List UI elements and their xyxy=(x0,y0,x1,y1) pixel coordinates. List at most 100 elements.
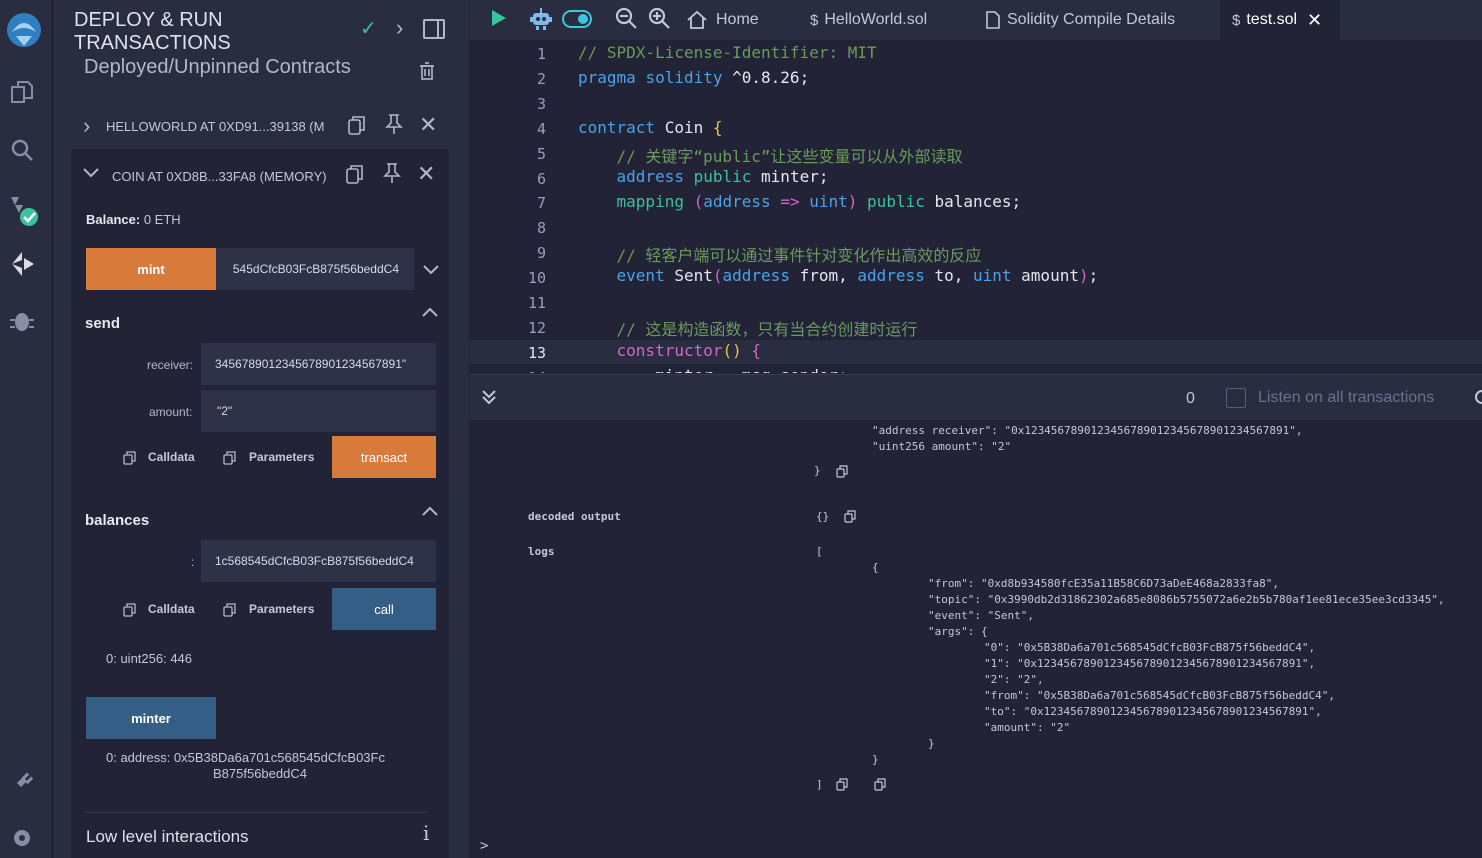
listen-checkbox[interactable] xyxy=(1226,388,1246,408)
copy-icon[interactable] xyxy=(844,510,857,526)
settings-icon[interactable] xyxy=(4,820,40,856)
terminal-output: "address receiver": "0x12345678901234567… xyxy=(470,420,1482,858)
chevron-right-icon[interactable]: › xyxy=(396,15,403,41)
file-icon xyxy=(986,11,1000,29)
copy-icon[interactable] xyxy=(836,778,849,794)
copy-icon[interactable] xyxy=(836,465,849,481)
calldata-button[interactable]: Calldata xyxy=(148,602,195,616)
minter-button[interactable]: minter xyxy=(86,697,216,739)
panel-toggle-icon[interactable] xyxy=(423,19,445,39)
chevron-right-icon[interactable]: › xyxy=(83,113,90,139)
call-button[interactable]: call xyxy=(332,588,436,630)
robot-icon[interactable] xyxy=(530,7,552,36)
chevron-up-icon[interactable] xyxy=(422,503,438,521)
pin-icon[interactable] xyxy=(385,114,403,139)
deployed-subtitle: Deployed/Unpinned Contracts xyxy=(84,56,351,78)
info-icon[interactable]: i xyxy=(423,821,429,845)
home-icon xyxy=(687,10,707,29)
copy-icon[interactable] xyxy=(348,115,366,140)
search-icon[interactable] xyxy=(4,132,40,168)
remix-logo-icon[interactable] xyxy=(2,8,46,52)
tab-home[interactable]: Home xyxy=(686,0,759,40)
parameters-copy-icon[interactable] xyxy=(223,603,237,622)
tab-helloworld[interactable]: $ HelloWorld.sol xyxy=(810,0,927,40)
close-icon[interactable]: ✕ xyxy=(417,161,435,187)
calldata-copy-icon[interactable] xyxy=(123,451,137,470)
terminal-text: "2": "2", xyxy=(984,673,1044,686)
logs-label: logs xyxy=(528,545,555,558)
search-icon[interactable] xyxy=(1472,389,1482,412)
minter-result-line2: B875f56beddC4 xyxy=(213,766,307,781)
tab-test-sol[interactable]: $ test.sol ✕ xyxy=(1220,0,1340,40)
terminal-prompt[interactable]: > xyxy=(480,838,488,854)
balances-function-title: balances xyxy=(85,512,150,529)
chevron-up-icon[interactable] xyxy=(422,304,438,322)
plugin-manager-icon[interactable] xyxy=(4,764,40,800)
decoded-output-label: decoded output xyxy=(528,510,621,523)
mint-button[interactable]: mint xyxy=(86,248,216,290)
zoom-out-icon[interactable] xyxy=(614,6,638,35)
minter-result-line1: 0: address: 0x5B38Da6a701c568545dCfcB03F… xyxy=(106,750,385,765)
parameters-copy-icon[interactable] xyxy=(223,451,237,470)
tab-helloworld-label: HelloWorld.sol xyxy=(824,11,928,28)
calldata-button[interactable]: Calldata xyxy=(148,450,195,464)
trash-icon[interactable] xyxy=(419,62,435,85)
calldata-copy-icon[interactable] xyxy=(123,603,137,622)
terminal-text: "1": "0x12345678901234567890123456789012… xyxy=(984,657,1316,670)
send-function-title: send xyxy=(85,315,121,332)
editor-top-bar: Home $ HelloWorld.sol Solidity Compile D… xyxy=(470,0,1482,40)
pin-icon[interactable] xyxy=(383,163,401,188)
receiver-input[interactable]: 345678901234567890123456789​1" xyxy=(201,343,436,385)
solidity-file-icon: $ xyxy=(1232,11,1241,29)
terminal-text: } xyxy=(872,753,879,766)
tab-test-label: test.sol xyxy=(1246,11,1298,28)
transact-button[interactable]: transact xyxy=(332,436,436,478)
amount-label: amount: xyxy=(149,405,193,419)
icon-bar xyxy=(0,0,53,858)
solidity-compiler-icon[interactable] xyxy=(4,192,40,228)
code-line-5: // 关键字“public”让这些变量可以从外部读取 xyxy=(616,147,963,166)
file-explorer-icon[interactable] xyxy=(4,74,40,110)
code-editor[interactable]: 1234567891011121314 // SPDX-License-Iden… xyxy=(470,40,1482,373)
balance-value: 0 ETH xyxy=(143,212,181,227)
amount-input[interactable]: "2" xyxy=(201,390,436,432)
terminal-text: "amount": "2" xyxy=(984,721,1071,734)
autocompile-toggle[interactable] xyxy=(562,10,592,28)
tab-compile-label: Solidity Compile Details xyxy=(1007,11,1176,28)
tab-compile-details[interactable]: Solidity Compile Details xyxy=(986,0,1175,40)
close-icon[interactable]: ✕ xyxy=(419,112,437,138)
balances-input[interactable]: 1c568545dCfcB03FcB875f56beddC4 xyxy=(201,540,436,582)
mint-input-value: 545dCfcB03FcB875f56beddC4 xyxy=(232,262,399,276)
chevron-down-icon[interactable] xyxy=(423,262,439,280)
solidity-file-icon: $ xyxy=(810,11,819,29)
terminal-text: "topic": "0x3990db2d31862302a685e8086b57… xyxy=(928,593,1445,606)
code-line-10: event Sent(address from, address to, uin… xyxy=(616,266,1099,285)
receiver-input-value: 345678901234567890123456789​1" xyxy=(215,357,407,371)
terminal-text: "0": "0x5B38Da6a701c568545dCfcB03FcB875f… xyxy=(984,641,1316,654)
zoom-in-icon[interactable] xyxy=(647,6,671,35)
instance-label: COIN AT 0XD8B...33FA8 (MEMORY) xyxy=(112,169,327,184)
debugger-icon[interactable] xyxy=(4,302,40,338)
run-icon[interactable] xyxy=(490,8,508,33)
parameters-button[interactable]: Parameters xyxy=(249,602,314,616)
terminal-toolbar: 0 Listen on all transactions xyxy=(470,374,1482,421)
parameters-button[interactable]: Parameters xyxy=(249,450,314,464)
terminal-text: "event": "Sent", xyxy=(928,609,1034,622)
copy-icon[interactable] xyxy=(346,164,364,189)
divider xyxy=(86,812,426,813)
check-icon: ✓ xyxy=(360,18,377,40)
mint-input[interactable]: 545dCfcB03FcB875f56beddC4 xyxy=(216,248,414,290)
line-number: 8 xyxy=(536,219,546,238)
line-number: 12 xyxy=(527,318,546,337)
tab-home-label: Home xyxy=(716,11,759,28)
deploy-run-icon[interactable] xyxy=(4,246,40,282)
chevron-down-icon[interactable] xyxy=(83,165,99,183)
line-number: 1 xyxy=(536,45,546,63)
close-icon[interactable]: ✕ xyxy=(1307,10,1322,31)
copy-icon[interactable] xyxy=(874,778,887,794)
collapse-terminal-icon[interactable] xyxy=(482,389,496,410)
line-number: 5 xyxy=(536,144,546,163)
line-number: 11 xyxy=(527,294,546,312)
instance-helloworld[interactable]: › HELLOWORLD AT 0XD91...39138 (M ✕ xyxy=(73,104,449,146)
code-line-14: minter = msg.sender; xyxy=(578,366,848,373)
